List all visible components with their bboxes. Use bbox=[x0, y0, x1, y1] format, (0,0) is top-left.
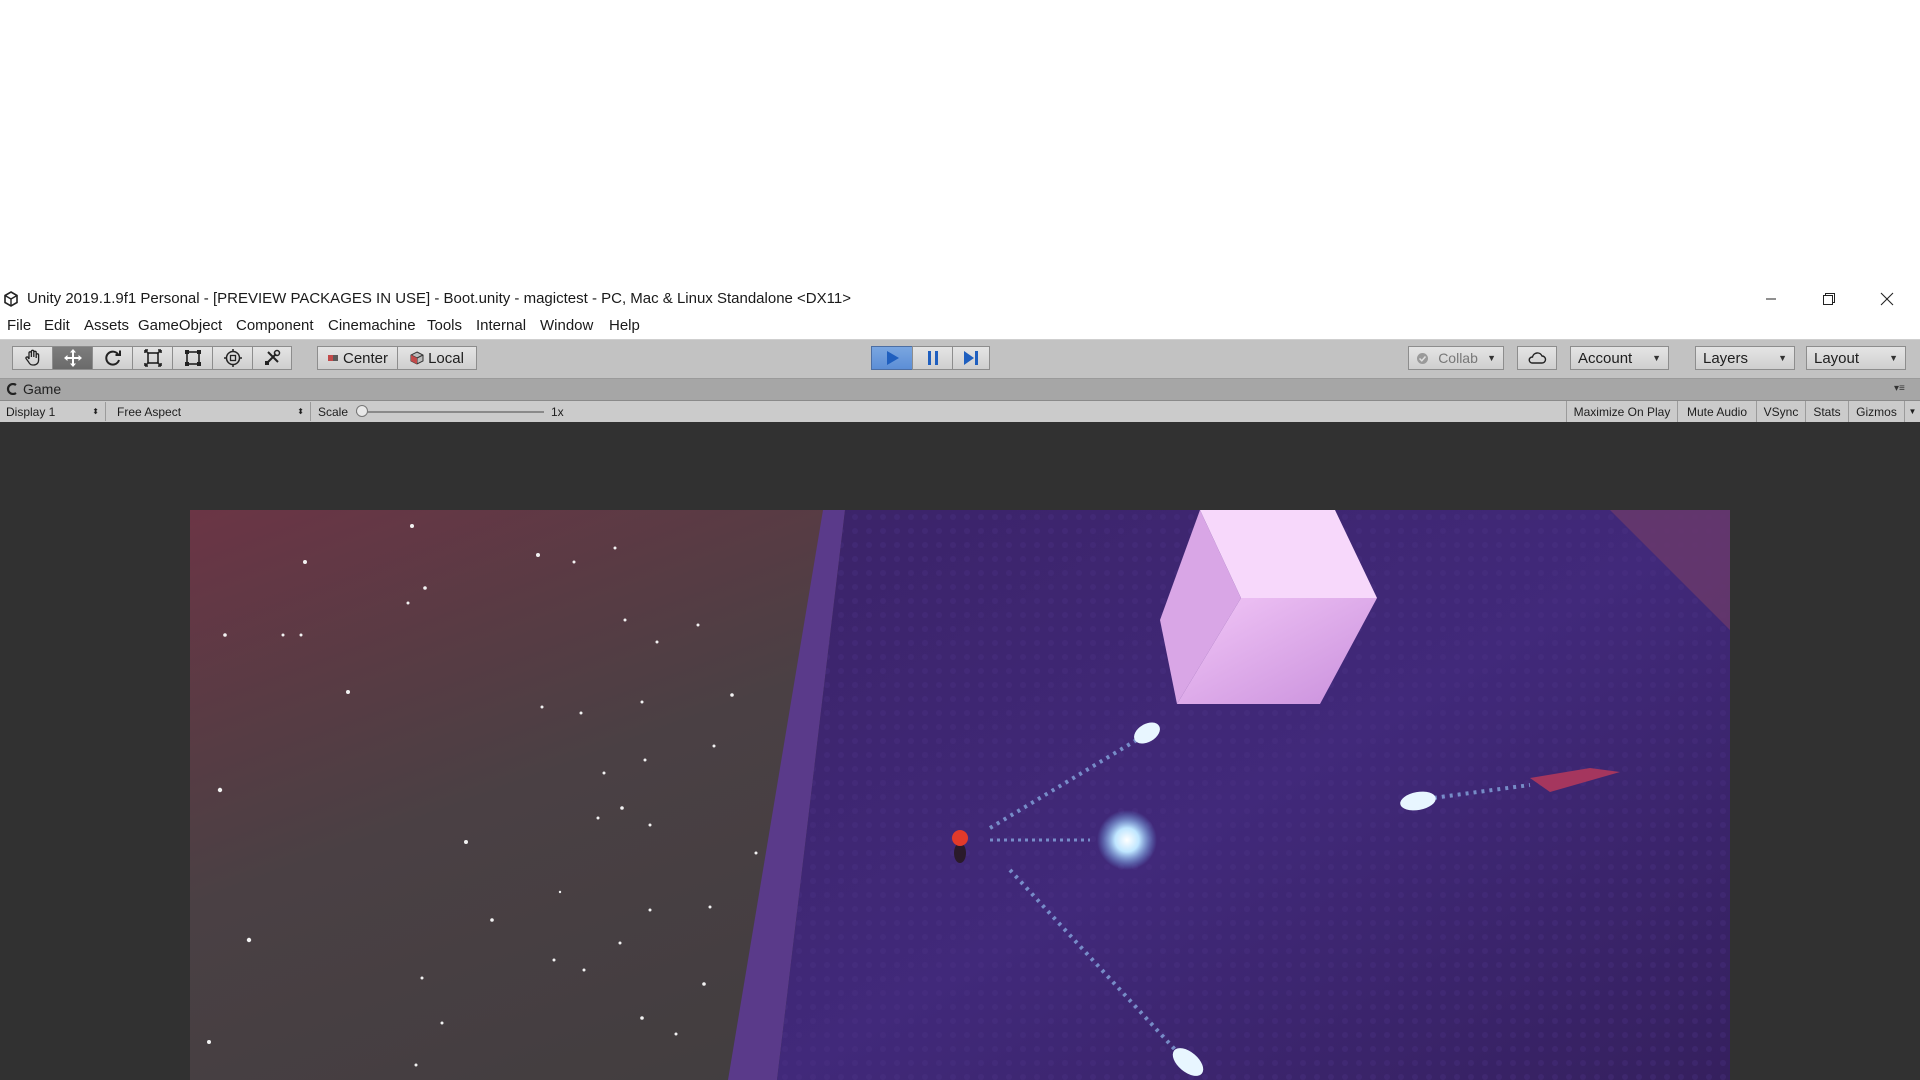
collab-label: Collab bbox=[1438, 350, 1478, 366]
layout-label: Layout bbox=[1814, 349, 1860, 367]
local-cube-icon bbox=[410, 351, 424, 365]
aspect-label: Free Aspect bbox=[117, 404, 182, 419]
menu-cinemachine[interactable]: Cinemachine bbox=[328, 317, 416, 334]
restore-button[interactable] bbox=[1806, 286, 1852, 312]
menu-gameobject[interactable]: GameObject bbox=[138, 317, 222, 334]
pause-icon bbox=[927, 351, 938, 365]
main-toolbar: Center Local Collab ▼ Account ▼ Layers ▼… bbox=[0, 340, 1920, 379]
collab-check-icon bbox=[1417, 352, 1428, 364]
custom-tool-button[interactable] bbox=[252, 346, 292, 370]
pause-button[interactable] bbox=[912, 346, 953, 370]
gizmos-toggle[interactable]: Gizmos bbox=[1848, 401, 1904, 422]
minimize-button[interactable] bbox=[1748, 286, 1794, 312]
move-tool-icon bbox=[63, 349, 82, 367]
tab-game-label: Game bbox=[23, 381, 62, 397]
pivot-mode-button[interactable]: Center bbox=[317, 346, 398, 370]
restore-icon bbox=[1823, 293, 1835, 305]
pivot-rotation-button[interactable]: Local bbox=[397, 346, 477, 370]
aspect-select[interactable]: Free Aspect ⬍ bbox=[111, 402, 311, 421]
game-view-toolbar: Display 1 ⬍ Free Aspect ⬍ Scale 1x Maxim… bbox=[0, 401, 1920, 423]
move-tool-button[interactable] bbox=[52, 346, 93, 370]
mute-audio-toggle[interactable]: Mute Audio bbox=[1677, 401, 1756, 422]
game-scene-image bbox=[190, 510, 1730, 1080]
rotate-tool-icon bbox=[104, 350, 121, 366]
transform-tool-icon bbox=[223, 349, 242, 367]
menu-assets[interactable]: Assets bbox=[84, 317, 129, 334]
game-viewport[interactable] bbox=[0, 422, 1920, 1080]
maximize-on-play-toggle[interactable]: Maximize On Play bbox=[1566, 401, 1677, 422]
account-dropdown[interactable]: Account ▼ bbox=[1570, 346, 1669, 370]
transform-tool-button[interactable] bbox=[212, 346, 253, 370]
menu-internal[interactable]: Internal bbox=[476, 317, 526, 334]
aspect-arrows-icon: ⬍ bbox=[297, 407, 304, 416]
window-title-bar: Unity 2019.1.9f1 Personal - [PREVIEW PAC… bbox=[0, 286, 1920, 312]
hand-tool-icon bbox=[24, 349, 39, 366]
collab-dropdown[interactable]: Collab ▼ bbox=[1408, 346, 1504, 370]
display-label: Display 1 bbox=[6, 404, 56, 419]
close-icon bbox=[1880, 292, 1894, 306]
tab-menu-icon[interactable]: ▾≡ bbox=[1894, 383, 1905, 394]
layout-dropdown[interactable]: Layout ▼ bbox=[1806, 346, 1906, 370]
play-button[interactable] bbox=[871, 346, 913, 370]
minimize-icon bbox=[1766, 298, 1776, 300]
menu-tools[interactable]: Tools bbox=[427, 317, 462, 334]
display-arrows-icon: ⬍ bbox=[92, 407, 99, 416]
display-select[interactable]: Display 1 ⬍ bbox=[0, 402, 106, 421]
layers-caret-icon: ▼ bbox=[1778, 353, 1787, 363]
menu-help[interactable]: Help bbox=[609, 317, 640, 334]
account-label: Account bbox=[1578, 349, 1633, 367]
scale-label: Scale bbox=[318, 405, 349, 419]
pivot-mode-label: Center bbox=[342, 349, 389, 367]
rect-tool-icon bbox=[184, 350, 201, 366]
scale-value: 1x bbox=[551, 405, 564, 419]
gizmos-caret-icon[interactable]: ▼ bbox=[1904, 401, 1920, 422]
scale-tool-icon bbox=[143, 349, 162, 367]
layers-dropdown[interactable]: Layers ▼ bbox=[1695, 346, 1795, 370]
pivot-rotation-label: Local bbox=[428, 349, 464, 367]
custom-tool-icon bbox=[265, 349, 281, 365]
tab-game[interactable]: Game bbox=[6, 381, 61, 397]
account-caret-icon: ▼ bbox=[1652, 353, 1661, 363]
vsync-toggle[interactable]: VSync bbox=[1756, 401, 1805, 422]
scale-tool-button[interactable] bbox=[132, 346, 173, 370]
layout-caret-icon: ▼ bbox=[1889, 353, 1898, 363]
stats-toggle[interactable]: Stats bbox=[1805, 401, 1848, 422]
unity-logo-icon bbox=[4, 291, 18, 307]
rotate-tool-button[interactable] bbox=[92, 346, 133, 370]
menu-file[interactable]: File bbox=[7, 317, 31, 334]
pivot-center-icon bbox=[327, 355, 338, 361]
window-title: Unity 2019.1.9f1 Personal - [PREVIEW PAC… bbox=[27, 290, 851, 307]
menu-bar: File Edit Assets GameObject Component Ci… bbox=[0, 312, 1920, 340]
game-render bbox=[190, 510, 1730, 1080]
cloud-button[interactable] bbox=[1517, 346, 1557, 370]
collab-caret-icon: ▼ bbox=[1487, 353, 1496, 363]
layers-label: Layers bbox=[1703, 349, 1749, 367]
menu-window[interactable]: Window bbox=[540, 317, 593, 334]
close-button[interactable] bbox=[1864, 286, 1910, 312]
step-button[interactable] bbox=[952, 346, 990, 370]
rect-tool-button[interactable] bbox=[172, 346, 213, 370]
hand-tool-button[interactable] bbox=[12, 346, 53, 370]
cloud-icon bbox=[1528, 352, 1547, 364]
game-tab-icon bbox=[6, 383, 17, 395]
play-icon bbox=[887, 351, 899, 365]
game-tab-bar: Game ▾≡ bbox=[0, 379, 1920, 401]
step-icon bbox=[964, 351, 978, 365]
scale-slider-thumb[interactable] bbox=[356, 405, 368, 417]
scale-slider-track[interactable] bbox=[356, 411, 544, 413]
menu-component[interactable]: Component bbox=[236, 317, 314, 334]
menu-edit[interactable]: Edit bbox=[44, 317, 70, 334]
